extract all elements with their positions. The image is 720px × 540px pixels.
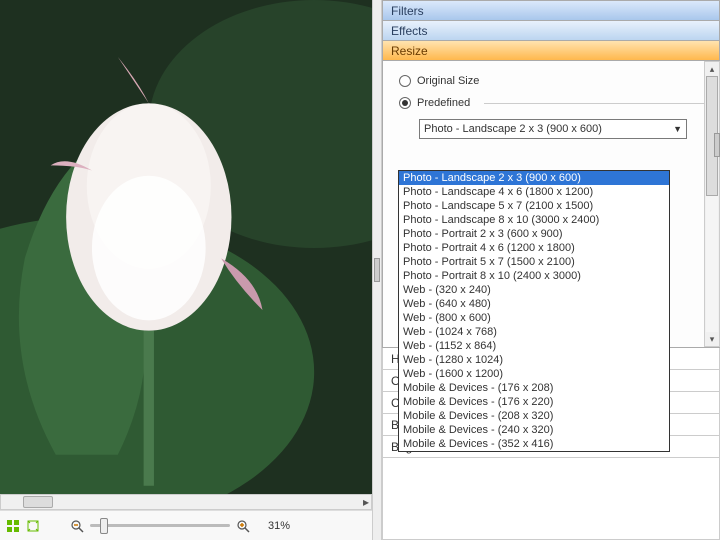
predefined-size-dropdown[interactable]: Photo - Landscape 2 x 3 (900 x 600)Photo… (398, 170, 670, 452)
zoom-in-icon[interactable] (236, 519, 250, 533)
radio-label: Predefined (417, 97, 470, 109)
dropdown-option[interactable]: Photo - Landscape 4 x 6 (1800 x 1200) (399, 185, 669, 199)
hscroll-right-arrow[interactable]: ▸ (363, 495, 369, 509)
dropdown-option[interactable]: Web - (800 x 600) (399, 311, 669, 325)
dropdown-option[interactable]: Web - (1600 x 1200) (399, 367, 669, 381)
vertical-splitter[interactable] (372, 0, 382, 540)
dropdown-option[interactable]: Web - (320 x 240) (399, 283, 669, 297)
brightness-body (382, 458, 720, 540)
radio-icon (399, 75, 411, 87)
zoom-percent: 31% (256, 520, 290, 532)
dropdown-option[interactable]: Photo - Portrait 8 x 10 (2400 x 3000) (399, 269, 669, 283)
radio-label: Original Size (417, 75, 479, 87)
scroll-down-icon[interactable]: ▾ (705, 332, 719, 346)
combo-value: Photo - Landscape 2 x 3 (900 x 600) (424, 123, 602, 135)
preview-hscroll[interactable]: ▸ (0, 494, 372, 510)
dropdown-option[interactable]: Web - (1152 x 864) (399, 339, 669, 353)
fieldset-divider (484, 103, 709, 104)
scroll-up-icon[interactable]: ▴ (705, 62, 719, 76)
chevron-down-icon: ▼ (673, 124, 682, 134)
predefined-size-combo[interactable]: Photo - Landscape 2 x 3 (900 x 600) ▼ (419, 119, 687, 139)
dropdown-option[interactable]: Web - (640 x 480) (399, 297, 669, 311)
hscroll-thumb[interactable] (23, 496, 53, 508)
dropdown-option[interactable]: Mobile & Devices - (176 x 208) (399, 381, 669, 395)
radio-icon (399, 97, 411, 109)
fit-icon[interactable] (26, 519, 40, 533)
radio-original-size[interactable]: Original Size (399, 75, 709, 87)
radio-predefined[interactable]: Predefined (399, 97, 709, 109)
resize-panel-vscroll[interactable]: ▴ ▾ (704, 61, 720, 347)
zoom-slider-knob[interactable] (100, 518, 108, 534)
dropdown-option[interactable]: Mobile & Devices - (176 x 220) (399, 395, 669, 409)
dropdown-option[interactable]: Photo - Landscape 8 x 10 (3000 x 2400) (399, 213, 669, 227)
zoom-slider[interactable] (90, 518, 230, 534)
dropdown-option[interactable]: Photo - Landscape 2 x 3 (900 x 600) (399, 171, 669, 185)
image-preview[interactable] (0, 0, 372, 494)
panel-header-effects[interactable]: Effects (382, 20, 720, 40)
splitter-grip[interactable] (374, 258, 380, 282)
dropdown-option[interactable]: Web - (1024 x 768) (399, 325, 669, 339)
dropdown-option[interactable]: Mobile & Devices - (352 x 416) (399, 437, 669, 451)
dropdown-option[interactable]: Web - (1280 x 1024) (399, 353, 669, 367)
dropdown-option[interactable]: Mobile & Devices - (240 x 320) (399, 423, 669, 437)
dropdown-option[interactable]: Photo - Portrait 5 x 7 (1500 x 2100) (399, 255, 669, 269)
dropdown-option[interactable]: Photo - Portrait 4 x 6 (1200 x 1800) (399, 241, 669, 255)
dropdown-option[interactable]: Mobile & Devices - (208 x 320) (399, 409, 669, 423)
panel-header-resize[interactable]: Resize (382, 40, 720, 60)
zoom-out-icon[interactable] (70, 519, 84, 533)
grid-icon[interactable] (6, 519, 20, 533)
dropdown-option[interactable]: Photo - Landscape 5 x 7 (2100 x 1500) (399, 199, 669, 213)
preview-toolbar: 31% (0, 510, 372, 540)
panel-grip[interactable] (714, 133, 720, 157)
dropdown-option[interactable]: Photo - Portrait 2 x 3 (600 x 900) (399, 227, 669, 241)
panel-header-filters[interactable]: Filters (382, 0, 720, 20)
